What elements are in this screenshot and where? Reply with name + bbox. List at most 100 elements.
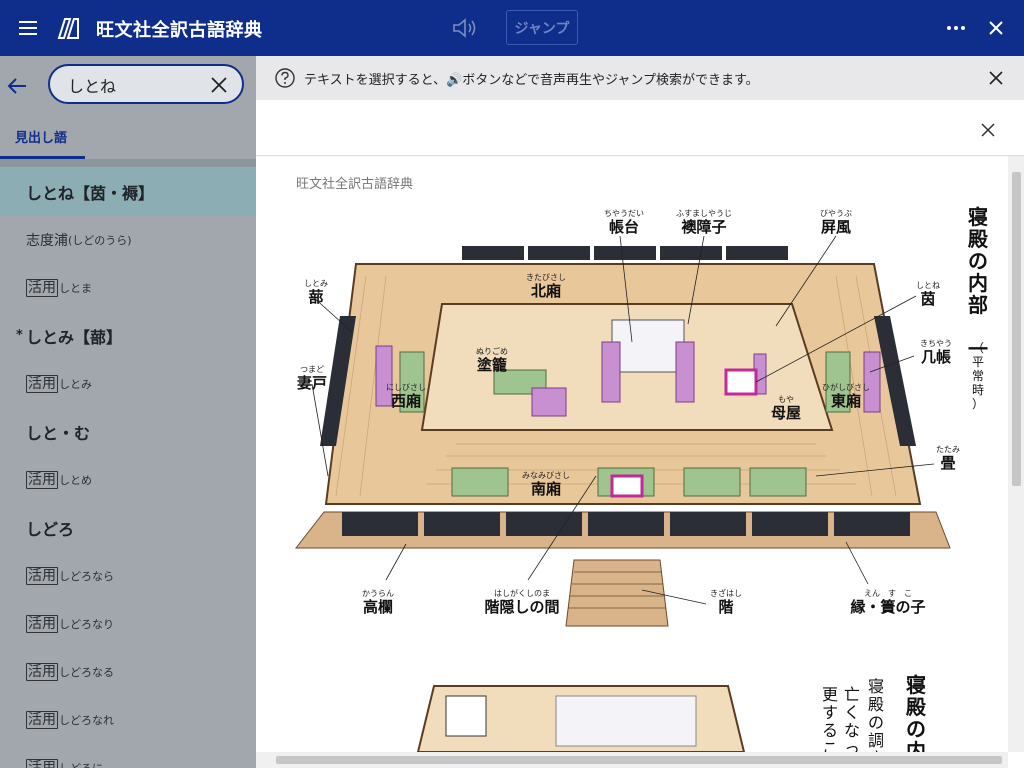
figure-label-text: 帳台 — [609, 218, 639, 236]
notice-close-icon[interactable] — [986, 68, 1006, 88]
conjugation-badge: 活用 — [26, 279, 58, 297]
figure-label-ruby: たたみ — [936, 445, 960, 454]
figure-label-text: 北廂 — [531, 282, 561, 300]
figure-label-text: 高欄 — [363, 598, 393, 616]
figure-label-ruby: つまど — [300, 365, 324, 374]
figure-label[interactable]: びやうぶ屏風 — [820, 209, 852, 236]
figure-label[interactable]: しとみ蔀 — [304, 279, 328, 306]
horizontal-scrollbar[interactable] — [256, 752, 1008, 768]
list-item[interactable]: 活用 しどろなら — [0, 552, 256, 600]
notice-text: テキストを選択すると、🔊ボタンなどで音声再生やジャンプ検索ができます。 — [304, 73, 759, 88]
figure-label-ruby: しとね — [916, 281, 940, 290]
entry-reading: しどろなら — [59, 570, 114, 583]
entry-reading: しどろに — [59, 760, 103, 768]
figure-label[interactable]: にしびさし西廂 — [386, 383, 426, 410]
list-item[interactable]: 活用 しとみ — [0, 360, 256, 408]
figure-label[interactable]: つまど妻戸 — [297, 365, 327, 392]
list-item[interactable]: 活用 しとめ — [0, 456, 256, 504]
figure-label[interactable]: ぬりごめ塗籠 — [476, 346, 508, 374]
figure-label[interactable]: きざはし階 — [710, 588, 742, 616]
entry-reading: しどろなる — [59, 666, 114, 679]
horizontal-scroll-thumb[interactable] — [276, 756, 1002, 764]
search-input[interactable] — [68, 73, 208, 97]
figure-label[interactable]: しとね茵 — [916, 281, 940, 308]
viewer-close-icon[interactable] — [978, 120, 998, 140]
entry-headword: 志度浦 — [26, 233, 68, 249]
vertical-scroll-thumb[interactable] — [1012, 172, 1021, 486]
svg-text:更すること: 更すること — [822, 685, 838, 752]
figure-label-text: 襖障子 — [681, 218, 726, 236]
tab-divider — [0, 159, 256, 167]
figure-title: 寝殿の内部 一 （平常時） — [967, 205, 989, 411]
shutters-top — [462, 246, 788, 260]
figure-label-ruby: ぬりごめ — [476, 346, 508, 356]
figure-label-text: 西廂 — [391, 392, 421, 410]
figure-label-text: 階隠しの間 — [484, 598, 559, 616]
entry-reading: (しどのうら) — [68, 234, 132, 247]
list-item[interactable]: 志度浦 (しどのうら) — [0, 216, 256, 264]
help-icon — [275, 68, 295, 88]
figure-label-text: 東廂 — [831, 392, 861, 410]
figure-label-text: 妻戸 — [297, 374, 327, 392]
tab-headwords[interactable]: 見出し語 — [15, 127, 67, 146]
shitone-cushion — [724, 368, 758, 396]
title-bar: 旺文社全訳古語辞典 ジャンプ — [0, 0, 1024, 56]
figure-label[interactable]: きちやう几帳 — [920, 339, 952, 366]
entry-reading: しどろなり — [59, 618, 114, 631]
figure-label-text: 母屋 — [771, 404, 801, 422]
figure-label-ruby: ちやうだい — [604, 209, 644, 218]
stairs — [565, 559, 669, 627]
entry-reading: しとめ — [59, 474, 92, 487]
jump-button[interactable]: ジャンプ — [506, 10, 578, 45]
figure-label[interactable]: きたびさし北廂 — [526, 273, 566, 300]
figure-label[interactable]: はしがくしのま階隠しの間 — [484, 588, 559, 616]
figure-label-text: 塗籠 — [477, 356, 507, 374]
figure-label-text: 茵 — [920, 290, 935, 308]
clear-search-icon[interactable] — [208, 74, 230, 96]
list-item[interactable]: しとね【茵・褥】 — [0, 168, 256, 216]
list-item[interactable]: しどろ — [0, 504, 256, 552]
list-item[interactable]: 活用 しどろなれ — [0, 696, 256, 744]
figure-label-ruby: にしびさし — [386, 383, 426, 392]
svg-text:寝殿の内: 寝殿の内 — [905, 673, 927, 752]
hamburger-menu-icon[interactable] — [12, 14, 44, 42]
back-arrow-icon[interactable] — [4, 74, 30, 98]
entry-headword: しとね【茵・褥】 — [26, 184, 155, 203]
figure-label[interactable]: ちやうだい帳台 — [604, 209, 644, 236]
conjugation-badge: 活用 — [26, 567, 58, 585]
figure-label-ruby: ふすましやうじ — [676, 209, 732, 218]
figure-label-text: 縁・簀の子 — [850, 598, 925, 616]
shutters-bottom — [342, 512, 910, 536]
conjugation-badge: 活用 — [26, 615, 58, 633]
figure-label[interactable]: かうらん高欄 — [362, 589, 394, 616]
figure-label-text: 南廂 — [531, 480, 561, 498]
figure-label-ruby: びやうぶ — [820, 209, 852, 218]
notice-bar: テキストを選択すると、🔊ボタンなどで音声再生やジャンプ検索ができます。 — [256, 56, 1024, 100]
entry-reading: しどろなれ — [59, 714, 114, 727]
list-item[interactable]: * しとみ【蔀】 — [0, 312, 256, 360]
conjugation-badge: 活用 — [26, 375, 58, 393]
close-icon[interactable] — [982, 13, 1010, 43]
speaker-icon[interactable] — [448, 14, 482, 42]
figure-label-ruby: きざはし — [710, 588, 742, 598]
list-item[interactable]: しと・む — [0, 408, 256, 456]
vertical-scrollbar[interactable] — [1008, 156, 1024, 752]
figure-viewer: 旺文社全訳古語辞典 寝殿の内部 一 （平常時） ちやうだい 帳台 ふすましやうじ… — [256, 100, 1024, 768]
sidebar: 見出し語 しとね【茵・褥】志度浦(しどのうら)活用しとま*しとみ【蔀】活用しとみ… — [0, 56, 256, 768]
list-item[interactable]: 活用 しどろなり — [0, 600, 256, 648]
list-item[interactable]: 活用 しどろなる — [0, 648, 256, 696]
shitone-cushion-south — [610, 474, 644, 498]
more-icon[interactable] — [942, 14, 970, 42]
chodai-dais — [611, 319, 685, 373]
figure-label[interactable]: えん す こ縁・簀の子 — [850, 589, 925, 616]
figure-label-ruby: かうらん — [362, 589, 394, 598]
list-item[interactable]: 活用しどろに — [0, 744, 256, 768]
figure-label[interactable]: たたみ畳 — [936, 445, 960, 472]
figure-label[interactable]: ふすましやうじ襖障子 — [676, 209, 732, 236]
conjugation-badge: 活用 — [26, 759, 58, 768]
dictionary-logo-icon — [57, 18, 79, 39]
list-item[interactable]: 活用 しとま — [0, 264, 256, 312]
entry-headword: しと・む — [26, 424, 91, 443]
figure-label-ruby: みなみびさし — [522, 471, 570, 480]
figure-label-ruby: えん す こ — [864, 589, 912, 598]
